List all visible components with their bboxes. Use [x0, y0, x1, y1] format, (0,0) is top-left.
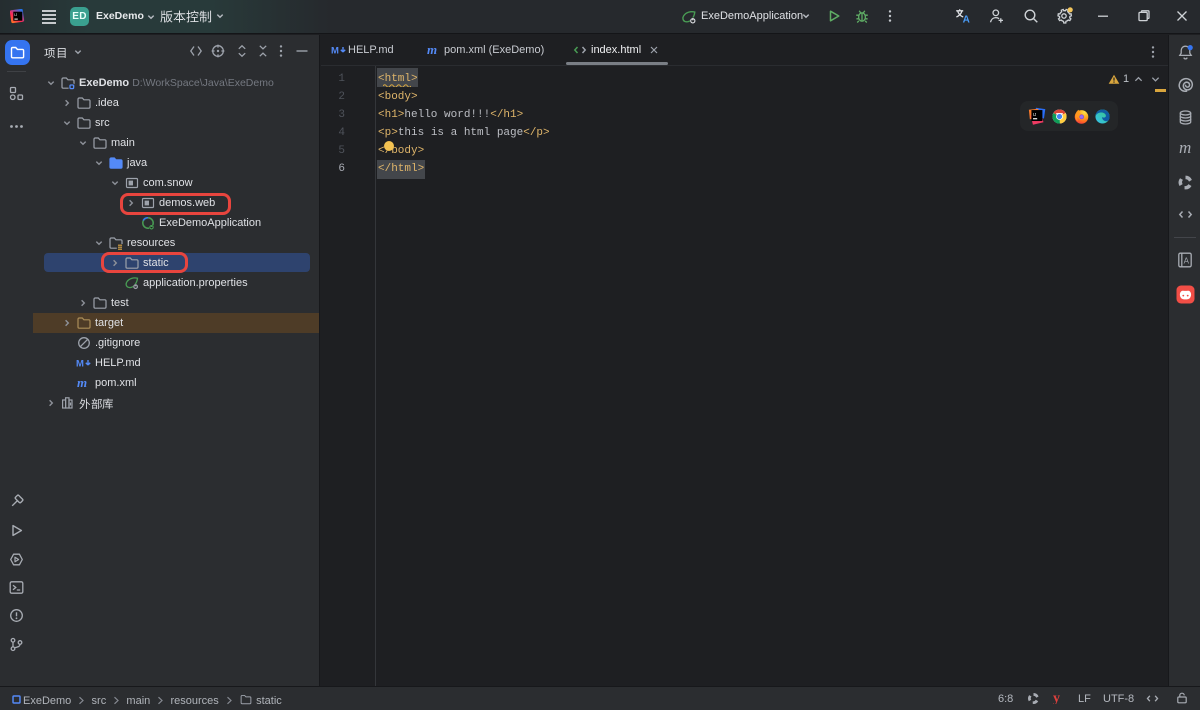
svg-text:IJ: IJ	[1033, 112, 1036, 117]
svg-text:A: A	[1184, 256, 1190, 265]
svg-text:m: m	[1179, 140, 1191, 157]
svg-text:IJ: IJ	[14, 13, 17, 17]
svg-text:A: A	[963, 15, 970, 25]
svg-text:M: M	[331, 46, 339, 57]
svg-text:M: M	[76, 359, 84, 370]
svg-text:m: m	[77, 375, 87, 390]
svg-text:m: m	[427, 42, 437, 57]
svg-text:y: y	[1053, 691, 1060, 704]
